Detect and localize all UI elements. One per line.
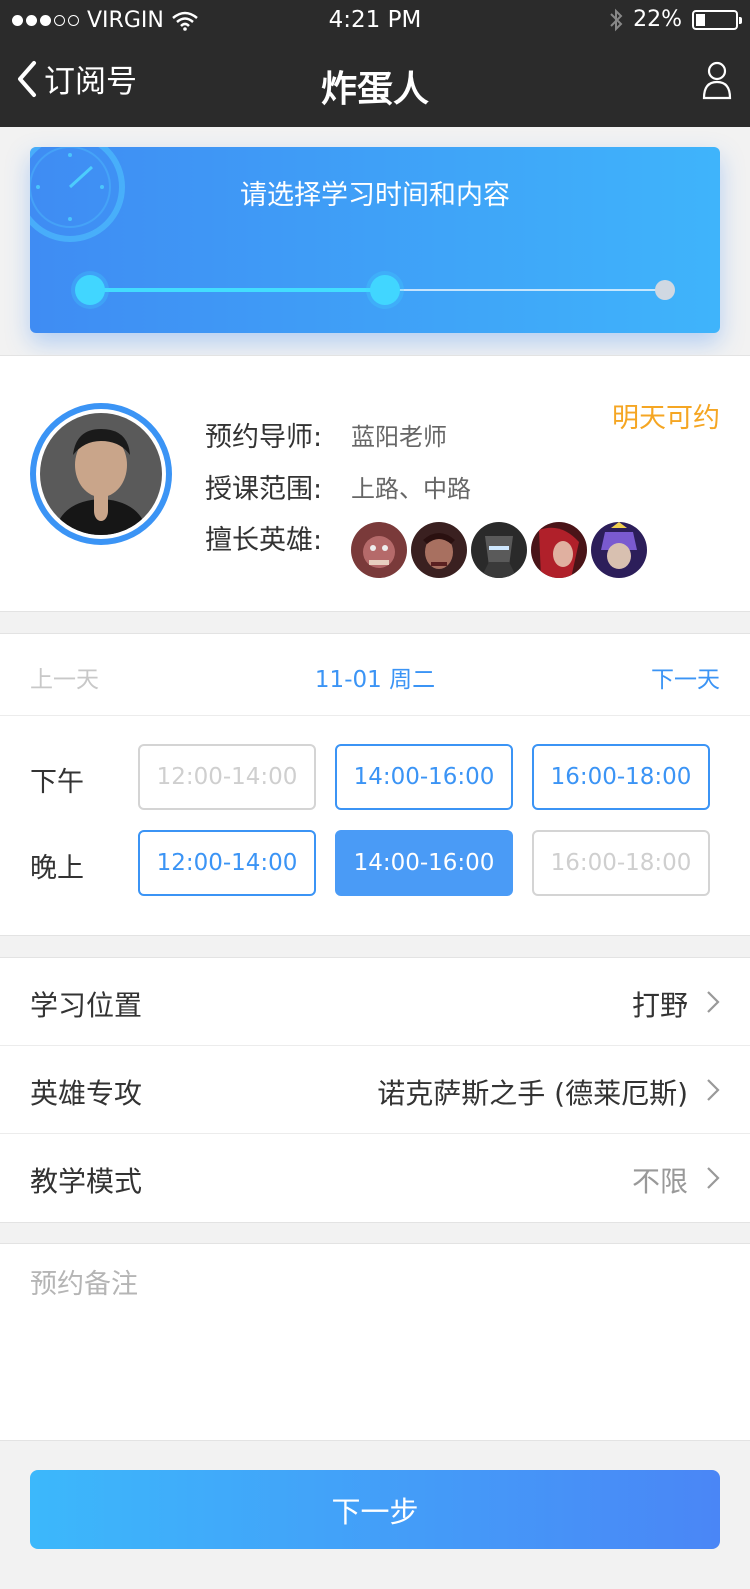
slot-afternoon-1: 12:00-14:00 <box>138 744 316 810</box>
step-1-node <box>75 275 105 305</box>
tutor-card: 预约导师: 蓝阳老师 授课范围: 上路、中路 擅长英雄: 明天可约 <box>0 355 750 612</box>
step-line-pending <box>390 289 665 291</box>
chevron-right-icon <box>707 1079 720 1101</box>
hero-2-icon[interactable] <box>411 522 467 578</box>
slot-evening-2[interactable]: 14:00-16:00 <box>335 830 513 896</box>
slot-evening-3: 16:00-18:00 <box>532 830 710 896</box>
scope-label: 授课范围: <box>205 473 323 505</box>
scope-row: 授课范围: 上路、中路 <box>205 460 647 512</box>
chevron-right-icon <box>707 991 720 1013</box>
user-button[interactable] <box>702 60 732 104</box>
hero-option[interactable]: 英雄专攻 诺克萨斯之手 (德莱厄斯) <box>0 1046 750 1134</box>
tutor-photo <box>40 413 162 535</box>
next-day-button[interactable]: 下一天 <box>651 660 720 694</box>
scope-value: 上路、中路 <box>351 474 471 503</box>
page-title: 炸蛋人 <box>320 69 429 110</box>
slot-afternoon-3[interactable]: 16:00-18:00 <box>532 744 710 810</box>
hero-list <box>351 522 647 578</box>
progress-title: 请选择学习时间和内容 <box>240 180 510 211</box>
mentor-value: 蓝阳老师 <box>351 422 447 451</box>
step-line-done <box>90 288 380 292</box>
notes-input[interactable] <box>0 1244 750 1440</box>
step-2-node <box>370 275 400 305</box>
step-3-node <box>655 280 675 300</box>
position-label: 学习位置 <box>30 989 143 1022</box>
next-step-button[interactable]: 下一步 <box>30 1470 720 1549</box>
mode-option[interactable]: 教学模式 不限 <box>0 1134 750 1222</box>
battery-icon <box>692 9 742 30</box>
avatar <box>30 403 172 545</box>
heroes-label: 擅长英雄: <box>205 525 323 556</box>
position-value: 打野 <box>631 989 688 1022</box>
option-list: 学习位置 打野 英雄专攻 诺克萨斯之手 (德莱厄斯) 教学模式 不限 <box>0 957 750 1223</box>
notes-section <box>0 1243 750 1441</box>
time-slot-grid: 下午 12:00-14:00 14:00-16:00 16:00-18:00 晚… <box>0 716 750 936</box>
status-right: 22% <box>609 7 742 32</box>
evening-label: 晚上 <box>30 853 84 884</box>
nav-bar: 订阅号 炸蛋人 <box>0 40 750 127</box>
user-icon <box>702 61 732 100</box>
afternoon-label: 下午 <box>30 767 84 798</box>
evening-row: 晚上 12:00-14:00 14:00-16:00 16:00-18:00 <box>0 830 750 896</box>
chevron-right-icon <box>707 1167 720 1189</box>
hero-4-icon[interactable] <box>531 522 587 578</box>
progress-card: 请选择学习时间和内容 <box>30 147 720 333</box>
date-navigator: 上一天 11-01 周二 下一天 <box>0 633 750 716</box>
hero-focus-label: 英雄专攻 <box>30 1077 143 1110</box>
slot-evening-1[interactable]: 12:00-14:00 <box>138 830 316 896</box>
position-option[interactable]: 学习位置 打野 <box>0 958 750 1046</box>
afternoon-row: 下午 12:00-14:00 14:00-16:00 16:00-18:00 <box>0 744 750 810</box>
slot-afternoon-2[interactable]: 14:00-16:00 <box>335 744 513 810</box>
current-date: 11-01 周二 <box>314 667 436 693</box>
mentor-row: 预约导师: 蓝阳老师 <box>205 408 647 460</box>
hero-focus-value: 诺克萨斯之手 (德莱厄斯) <box>377 1077 688 1110</box>
hero-1-icon[interactable] <box>351 522 407 578</box>
availability-badge: 明天可约 <box>612 403 720 434</box>
step-track <box>75 275 675 305</box>
mode-value: 不限 <box>631 1165 688 1198</box>
status-bar: VIRGIN 4:21 PM 22% <box>0 0 750 40</box>
hero-3-icon[interactable] <box>471 522 527 578</box>
hero-5-icon[interactable] <box>591 522 647 578</box>
mentor-label: 预约导师: <box>205 421 323 453</box>
battery-percent: 22% <box>633 7 682 32</box>
tutor-info: 预约导师: 蓝阳老师 授课范围: 上路、中路 擅长英雄: <box>205 408 647 578</box>
top-bar: VIRGIN 4:21 PM 22% 订阅号 炸蛋人 <box>0 0 750 127</box>
mode-label: 教学模式 <box>30 1165 143 1198</box>
heroes-row: 擅长英雄: <box>205 512 647 578</box>
bluetooth-icon <box>610 8 623 31</box>
